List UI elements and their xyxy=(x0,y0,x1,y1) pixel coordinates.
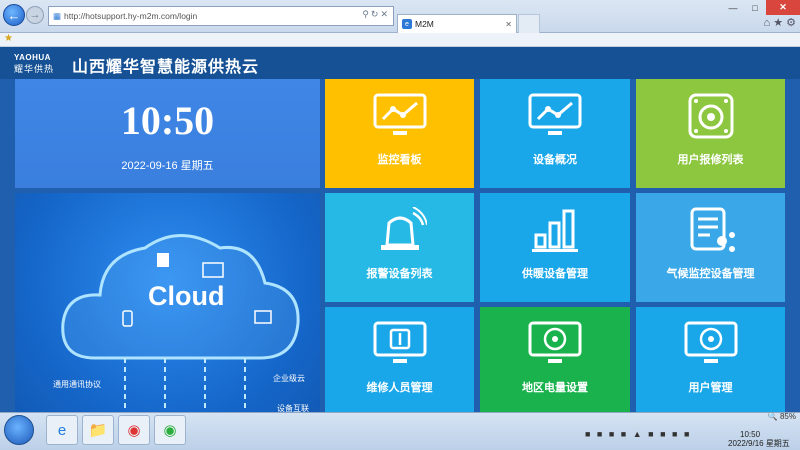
explorer-taskbar-icon[interactable]: 📁 xyxy=(82,415,114,445)
clock-date: 2022-09-16 星期五 xyxy=(121,160,214,172)
window-controls: — □ ✕ xyxy=(722,0,800,15)
favorites-bar: ★ xyxy=(0,33,800,47)
tile-label: 设备概况 xyxy=(533,154,577,166)
tile-label: 用户管理 xyxy=(688,382,733,394)
logo-text-en: YAOHUA xyxy=(14,53,51,62)
tile-label: 监控看板 xyxy=(377,154,422,166)
forward-button[interactable]: → xyxy=(26,6,44,24)
monitor-signal-icon xyxy=(528,321,582,363)
tile-heating-devices[interactable]: 供暖设备管理 xyxy=(480,193,630,302)
tile-climate-devices[interactable]: 气候监控设备管理 xyxy=(636,193,785,302)
settings-gear-icon[interactable]: ⚙ xyxy=(786,17,796,29)
tile-device-overview[interactable]: 设备概况 xyxy=(480,79,630,188)
tab-title: M2M xyxy=(415,19,434,29)
tile-label: 维修人员管理 xyxy=(366,382,433,394)
zoom-value: 85% xyxy=(779,412,796,421)
cloud-text-enterprise: 企业级云 xyxy=(273,374,305,383)
browser-tools: ⌂ ★ ⚙ xyxy=(763,16,796,29)
minimize-button[interactable]: — xyxy=(722,0,744,15)
new-tab-button[interactable] xyxy=(518,14,540,33)
cloud-label: Cloud xyxy=(148,281,225,311)
page-title: 山西耀华智慧能源供热云 xyxy=(72,59,260,76)
cloud-panel: Cloud 通用通讯协议 企业级云 设备互联 xyxy=(15,193,320,412)
wechat-taskbar-icon[interactable]: ◉ xyxy=(154,415,186,445)
chrome-taskbar-icon[interactable]: ◉ xyxy=(118,415,150,445)
page-content: YAOHUA 耀华供热 山西耀华智慧能源供热云 10:50 2022-09-16… xyxy=(0,47,800,412)
tile-label: 地区电量设置 xyxy=(522,382,588,394)
tab-m2m[interactable]: e M2M ✕ xyxy=(397,14,517,33)
cloud-text-interconnect: 设备互联 xyxy=(277,404,309,412)
yaohua-logo: YAOHUA 耀华供热 xyxy=(14,53,66,75)
start-button[interactable] xyxy=(4,415,34,445)
tile-alarm-list[interactable]: 报警设备列表 xyxy=(325,193,474,302)
logo-text-cn: 耀华供热 xyxy=(14,64,55,74)
clock-time: 10:50 xyxy=(120,98,215,143)
tile-repair-list[interactable]: 用户报修列表 xyxy=(636,79,785,188)
tile-label: 供暖设备管理 xyxy=(522,268,588,280)
browser-toolbar: ← → ▦ http://hotsupport.hy-m2m.com/login… xyxy=(0,0,800,33)
tile-user-management[interactable]: 用户管理 xyxy=(636,307,785,412)
page-icon: ▦ xyxy=(53,10,62,21)
tile-region-power[interactable]: 地区电量设置 xyxy=(480,307,630,412)
tab-favicon-icon: e xyxy=(402,19,412,29)
speaker-icon xyxy=(688,93,733,139)
document-share-icon xyxy=(690,207,735,252)
taskbar-clock-date: 2022/9/16 星期五 xyxy=(728,439,790,448)
zoom-level[interactable]: 🔍 85% xyxy=(768,412,796,421)
alarm-light-icon xyxy=(380,207,427,250)
address-text: http://hotsupport.hy-m2m.com/login xyxy=(64,11,198,21)
clock-panel: 10:50 2022-09-16 星期五 xyxy=(15,79,320,188)
tab-close-icon[interactable]: ✕ xyxy=(505,20,512,29)
favorites-icon[interactable]: ★ xyxy=(773,17,783,29)
tile-label: 用户报修列表 xyxy=(677,154,744,166)
back-button[interactable]: ← xyxy=(3,4,25,26)
tile-label: 气候监控设备管理 xyxy=(666,268,755,280)
ie-taskbar-icon[interactable]: e xyxy=(46,415,78,445)
address-bar[interactable]: ▦ http://hotsupport.hy-m2m.com/login ⚲↻✕ xyxy=(48,6,394,26)
monitor-signal-icon xyxy=(684,321,737,363)
monitor-device-icon xyxy=(373,321,426,363)
site-header: YAOHUA 耀华供热 山西耀华智慧能源供热云 xyxy=(0,47,800,79)
home-icon[interactable]: ⌂ xyxy=(763,17,770,29)
cloud-text-protocol: 通用通讯协议 xyxy=(53,380,101,389)
bar-chart-icon xyxy=(532,209,578,252)
maximize-button[interactable]: □ xyxy=(744,0,766,15)
tile-monitor-board[interactable]: 监控看板 xyxy=(325,79,474,188)
monitor-chart-icon xyxy=(528,93,582,135)
close-button[interactable]: ✕ xyxy=(766,0,800,15)
tile-repair-staff[interactable]: 维修人员管理 xyxy=(325,307,474,412)
address-tools: ⚲↻✕ xyxy=(362,9,390,19)
monitor-chart-icon xyxy=(373,93,426,135)
favorites-star-icon[interactable]: ★ xyxy=(4,33,13,44)
system-tray-icons[interactable]: ■ ■ ■ ■ ▲ ■ ■ ■ ■ xyxy=(585,429,691,439)
tile-label: 报警设备列表 xyxy=(366,268,433,280)
